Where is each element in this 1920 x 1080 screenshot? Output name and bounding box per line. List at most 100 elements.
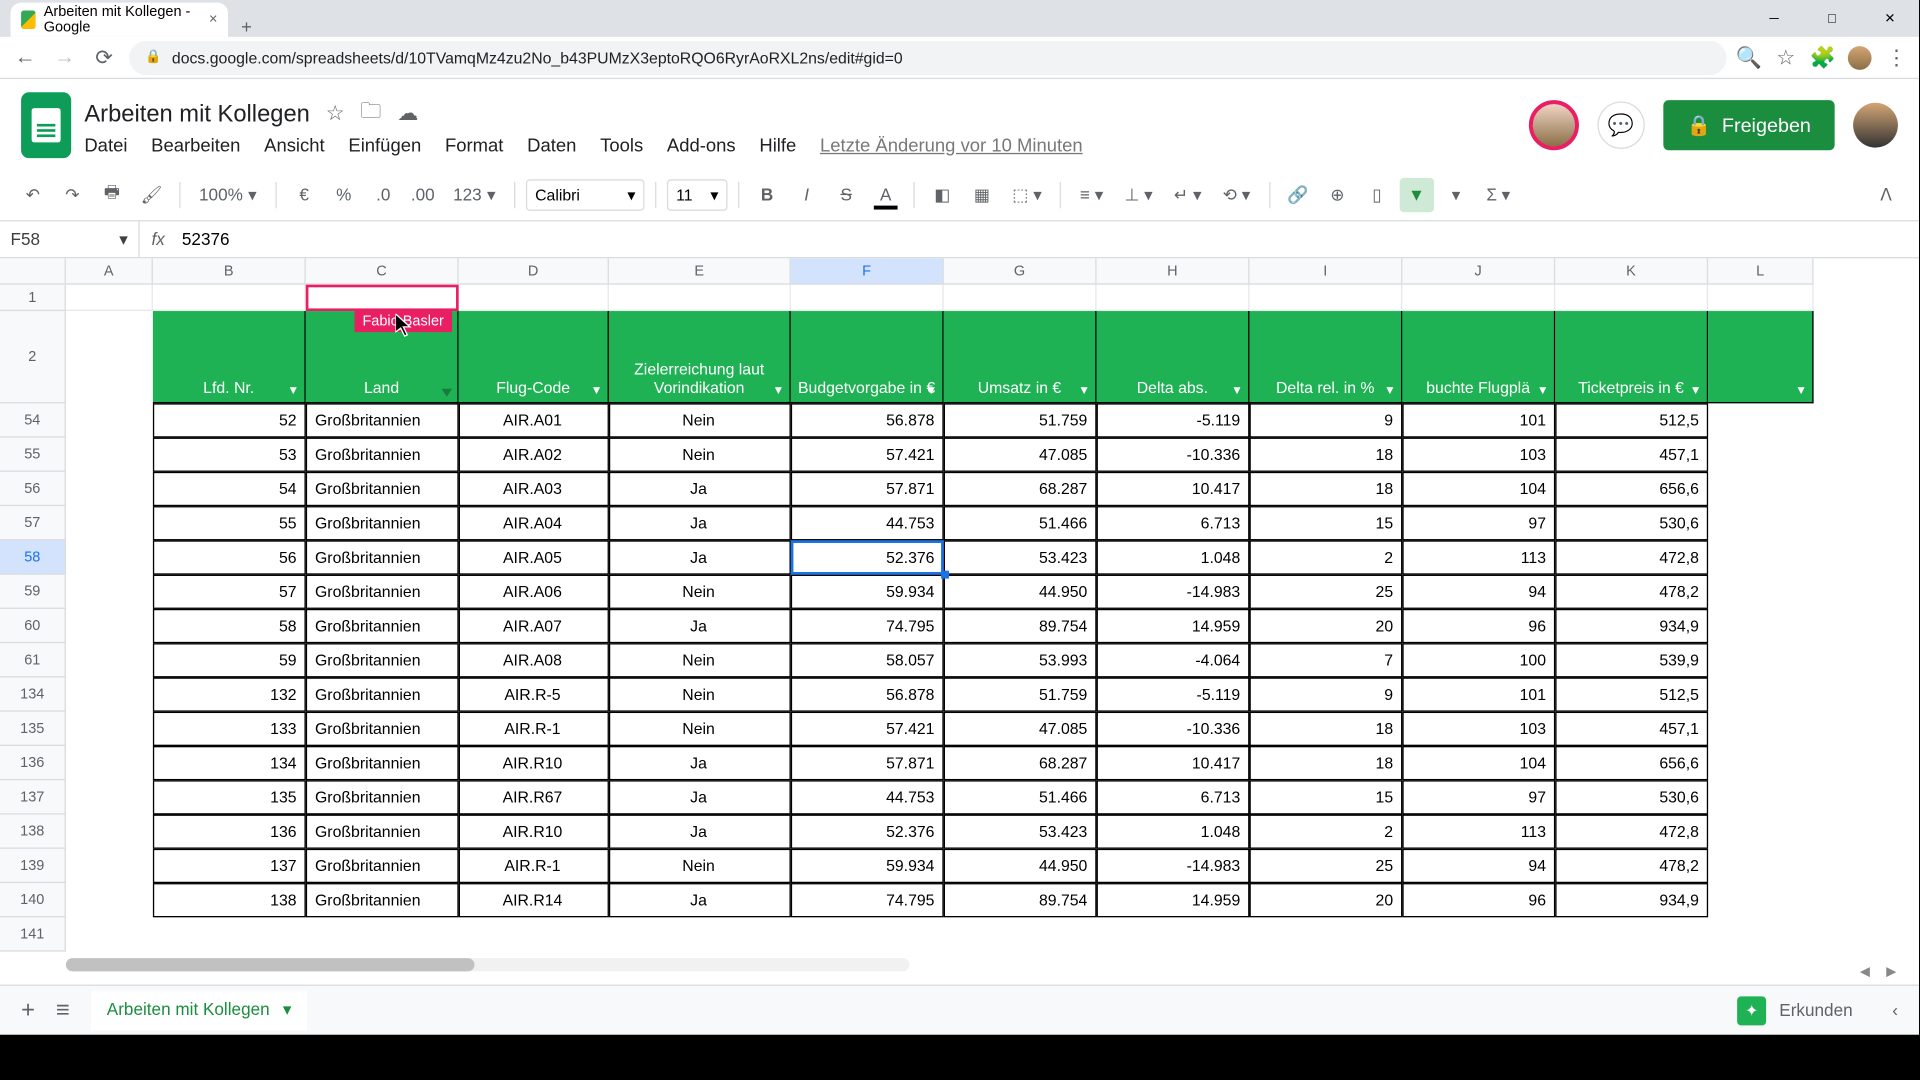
cell[interactable]: 20 [1249,609,1402,643]
cell[interactable]: AIR.A02 [459,438,609,472]
cell[interactable]: Großbritannien [306,780,459,814]
cell[interactable]: 51.759 [944,403,1097,437]
cell[interactable]: 530,6 [1555,506,1708,540]
cell[interactable]: AIR.A06 [459,575,609,609]
cell[interactable]: 9 [1249,677,1402,711]
col-header-J[interactable]: J [1402,258,1555,284]
cell[interactable]: 472,8 [1555,540,1708,574]
cell[interactable] [66,815,153,849]
cell[interactable]: AIR.R67 [459,780,609,814]
cell[interactable]: 15 [1249,506,1402,540]
cell[interactable] [1708,506,1813,540]
zoom-select[interactable]: 100% ▾ [191,177,265,211]
cell[interactable]: 104 [1402,472,1555,506]
menu-icon[interactable]: ⋮ [1885,45,1909,69]
cell[interactable]: 539,9 [1555,643,1708,677]
cell[interactable]: 20 [1249,883,1402,917]
cell[interactable]: -5.119 [1097,403,1250,437]
header-cell[interactable]: buchte Flugplä [1402,311,1555,403]
cell[interactable]: 133 [153,712,306,746]
cell[interactable]: Großbritannien [306,403,459,437]
cell[interactable]: 97 [1402,780,1555,814]
cell[interactable]: 1.048 [1097,540,1250,574]
row-header-137[interactable]: 137 [0,780,66,814]
strikethrough-button[interactable]: S [829,177,863,211]
cell[interactable]: Ja [609,815,791,849]
header-cell[interactable] [1708,311,1813,403]
cell[interactable]: 136 [153,815,306,849]
cell[interactable]: 478,2 [1555,575,1708,609]
cell[interactable]: 55 [153,506,306,540]
cell[interactable]: 56.878 [791,403,944,437]
percent-button[interactable]: % [327,177,361,211]
filter-icon[interactable] [442,389,453,397]
col-header-K[interactable]: K [1555,258,1708,284]
cell[interactable]: 134 [153,746,306,780]
number-format-select[interactable]: 123 ▾ [445,177,503,211]
cell[interactable]: 89.754 [944,609,1097,643]
menu-view[interactable]: Ansicht [264,134,325,155]
col-header-H[interactable]: H [1097,258,1250,284]
cell[interactable] [791,285,944,311]
cell[interactable]: 44.950 [944,849,1097,883]
all-sheets-button[interactable]: ≡ [56,996,70,1024]
select-all-corner[interactable] [0,258,66,284]
cell[interactable]: 472,8 [1555,815,1708,849]
menu-help[interactable]: Hilfe [759,134,796,155]
row-header-54[interactable]: 54 [0,403,66,437]
cell[interactable] [1708,472,1813,506]
menu-edit[interactable]: Bearbeiten [151,134,240,155]
cell[interactable]: Großbritannien [306,849,459,883]
row-header-57[interactable]: 57 [0,506,66,540]
cell[interactable]: Nein [609,403,791,437]
functions-button[interactable]: Σ ▾ [1478,177,1518,211]
cell[interactable]: AIR.R14 [459,883,609,917]
cell[interactable]: 52.376 [791,540,944,574]
cell[interactable]: 58.057 [791,643,944,677]
expand-toolbar-button[interactable]: ᐱ [1869,177,1903,211]
cell[interactable]: 53.423 [944,815,1097,849]
cell[interactable]: 51.466 [944,506,1097,540]
cell[interactable]: 656,6 [1555,746,1708,780]
header-cell[interactable]: Lfd. Nr. [153,311,306,403]
wrap-button[interactable]: ↵ ▾ [1166,177,1210,211]
cloud-icon[interactable]: ☁ [397,100,418,126]
cell[interactable]: 44.753 [791,506,944,540]
cell[interactable]: 132 [153,677,306,711]
decrease-decimal-button[interactable]: .0 [366,177,400,211]
cell[interactable]: Nein [609,677,791,711]
last-edit[interactable]: Letzte Änderung vor 10 Minuten [820,134,1083,155]
cell[interactable]: 934,9 [1555,609,1708,643]
spreadsheet-grid[interactable]: ABCDEFGHIJKL 125455565758596061134135136… [0,258,1919,950]
cell[interactable]: Nein [609,849,791,883]
cell[interactable]: 14.959 [1097,883,1250,917]
cell[interactable]: 1.048 [1097,815,1250,849]
close-icon[interactable]: × [209,12,217,28]
cell[interactable]: 96 [1402,883,1555,917]
reload-button[interactable]: ⟳ [90,43,119,72]
cell[interactable]: 7 [1249,643,1402,677]
filter-icon[interactable] [772,384,784,397]
cell[interactable]: 68.287 [944,746,1097,780]
cell[interactable] [306,285,459,311]
cell[interactable]: Nein [609,712,791,746]
cell[interactable]: AIR.R10 [459,815,609,849]
cell[interactable]: 457,1 [1555,438,1708,472]
font-select[interactable]: Calibri▾ [526,179,645,211]
filter-button[interactable]: ▼ [1399,177,1433,211]
text-color-button[interactable]: A [869,177,903,211]
cell[interactable]: Nein [609,438,791,472]
filter-icon[interactable] [1537,384,1549,397]
name-box[interactable]: F58▾ [0,221,140,257]
chevron-left-icon[interactable]: ‹ [1892,1000,1898,1020]
menu-file[interactable]: Datei [84,134,127,155]
cell[interactable]: -5.119 [1097,677,1250,711]
cell[interactable]: 53 [153,438,306,472]
star-icon[interactable]: ☆ [326,100,345,126]
cell[interactable]: 6.713 [1097,780,1250,814]
cell[interactable]: 44.753 [791,780,944,814]
chart-button[interactable]: ▯ [1360,177,1394,211]
cell[interactable]: 18 [1249,472,1402,506]
cell[interactable]: 934,9 [1555,883,1708,917]
cell[interactable]: 51.466 [944,780,1097,814]
